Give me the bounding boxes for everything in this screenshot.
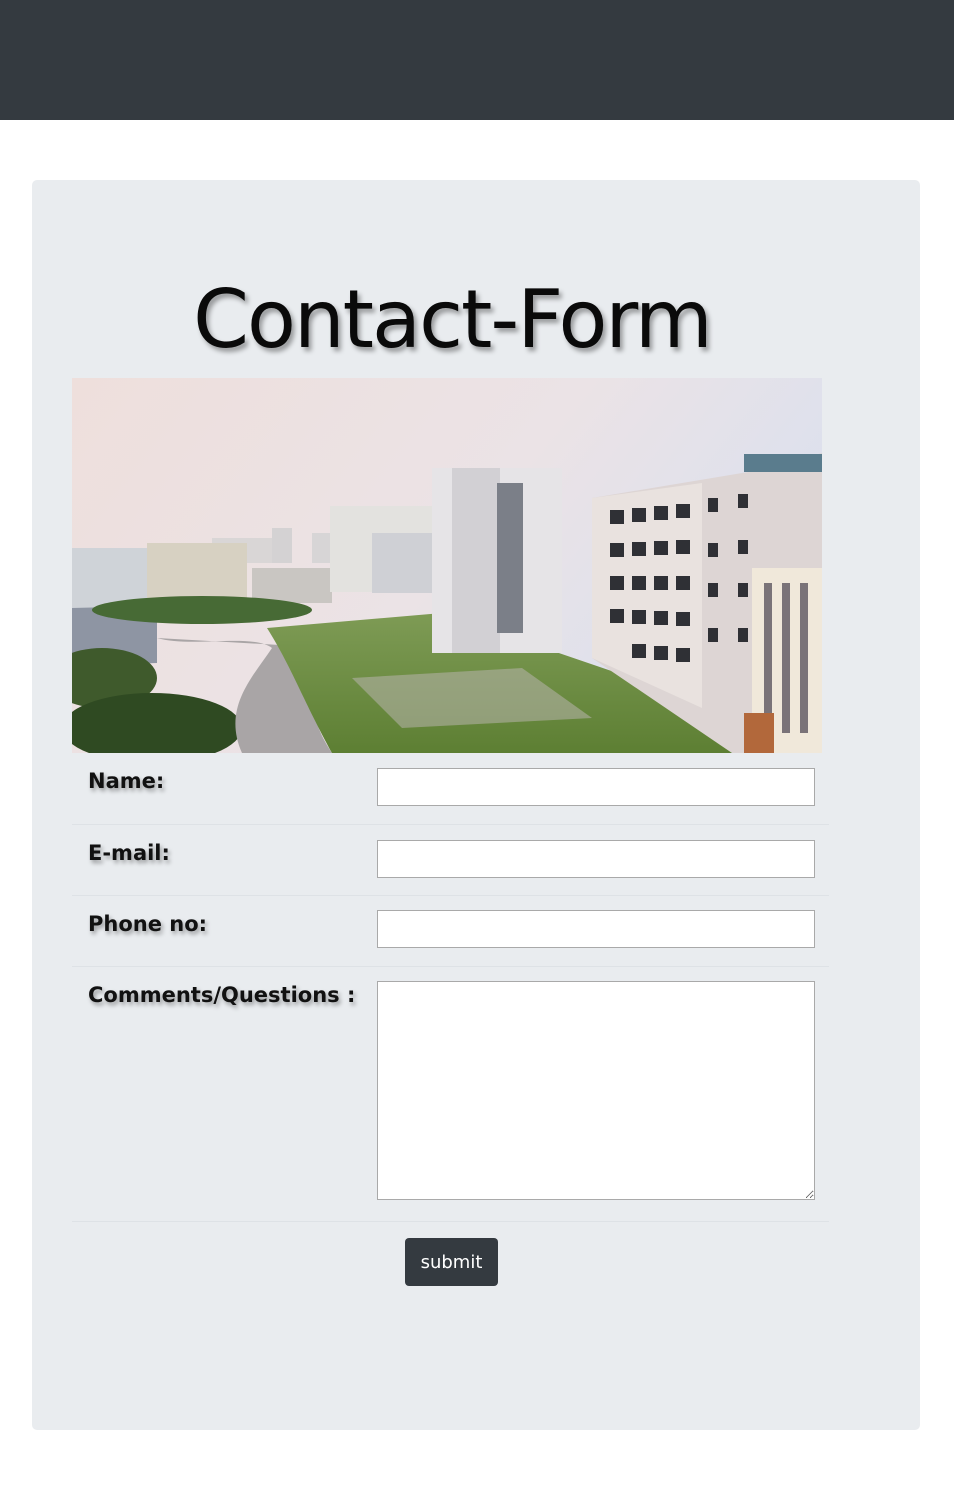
phone-input[interactable] — [377, 910, 815, 948]
comments-textarea[interactable] — [377, 981, 815, 1200]
email-label: E-mail: — [88, 841, 170, 865]
page-title: Contact-Form — [193, 273, 713, 366]
top-navbar — [0, 0, 954, 120]
submit-button[interactable]: submit — [405, 1238, 498, 1286]
form-row-name: Name: — [72, 753, 829, 825]
form-row-comments: Comments/Questions : — [72, 967, 829, 1222]
name-input[interactable] — [377, 768, 815, 806]
phone-label: Phone no: — [88, 912, 208, 936]
name-label: Name: — [88, 769, 165, 793]
form-row-phone: Phone no: — [72, 896, 829, 967]
comments-label: Comments/Questions : — [88, 983, 356, 1007]
email-input[interactable] — [377, 840, 815, 878]
form-row-email: E-mail: — [72, 825, 829, 896]
campus-photo — [72, 378, 822, 753]
